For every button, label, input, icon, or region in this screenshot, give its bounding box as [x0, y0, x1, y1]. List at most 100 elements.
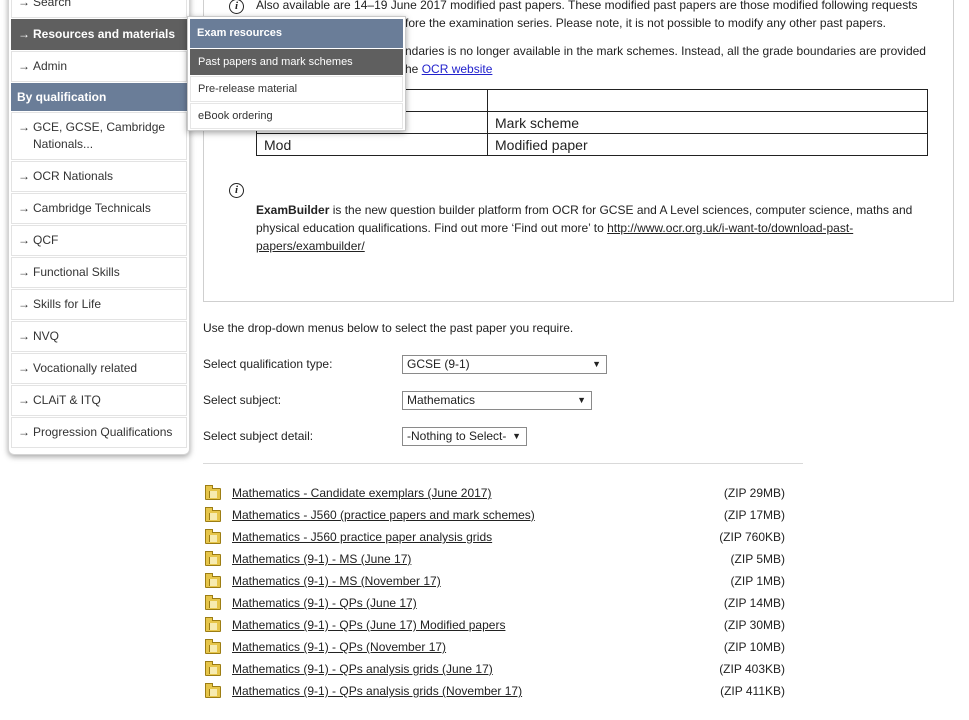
- sidebar-item-label: OCR Nationals: [33, 169, 114, 183]
- flyout-item-past-papers[interactable]: Past papers and mark schemes: [190, 49, 403, 75]
- flyout-item-ebook-ordering[interactable]: eBook ordering: [190, 103, 403, 129]
- form-intro: Use the drop-down menus below to select …: [203, 321, 574, 335]
- arrow-icon: →: [18, 393, 30, 407]
- table-cell: Modified paper: [487, 133, 928, 156]
- table-cell: Mod: [256, 133, 488, 156]
- arrow-icon: →: [18, 233, 30, 247]
- sidebar-item-gce-gcse[interactable]: → GCE, GCSE, Cambridge Nationals...: [11, 112, 187, 160]
- subject-detail-label: Select subject detail:: [203, 429, 314, 443]
- info-icon: i: [229, 0, 244, 14]
- arrow-icon: →: [18, 297, 30, 311]
- flyout-item-pre-release[interactable]: Pre-release material: [190, 76, 403, 102]
- sidebar-item-cambridge-technicals[interactable]: → Cambridge Technicals: [11, 193, 187, 224]
- arrow-icon: →: [18, 59, 30, 73]
- sidebar-item-skills-for-life[interactable]: → Skills for Life: [11, 289, 187, 320]
- qualification-select-value: GCSE (9-1): [407, 357, 470, 371]
- subject-select[interactable]: Mathematics ▼: [402, 391, 592, 410]
- folder-icon: [205, 617, 221, 632]
- arrow-icon: →: [18, 27, 30, 41]
- folder-icon: [205, 485, 221, 500]
- folder-icon: [205, 507, 221, 522]
- sidebar-item-search[interactable]: → Search: [11, 0, 187, 18]
- arrow-icon: →: [18, 169, 30, 183]
- divider: [203, 463, 803, 464]
- list-item: Mathematics (9-1) - QPs (June 17) Modifi…: [205, 617, 785, 636]
- file-link[interactable]: Mathematics (9-1) - MS (November 17): [232, 574, 441, 588]
- sidebar-item-label: CLAiT & ITQ: [33, 393, 101, 407]
- sidebar-item-label: NVQ: [33, 329, 60, 343]
- file-link[interactable]: Mathematics (9-1) - QPs (November 17): [232, 640, 446, 654]
- file-size: (ZIP 29MB): [723, 486, 785, 500]
- file-size: (ZIP 30MB): [723, 618, 785, 632]
- list-item: Mathematics - J560 (practice papers and …: [205, 507, 785, 526]
- sidebar-item-vocationally-related[interactable]: → Vocationally related: [11, 353, 187, 384]
- file-link[interactable]: Mathematics (9-1) - QPs analysis grids (…: [232, 662, 493, 676]
- exambuilder-line-1: ExamBuilder is the new question builder …: [256, 201, 912, 219]
- table-cell: [487, 89, 928, 112]
- qualification-select[interactable]: GCSE (9-1) ▼: [402, 355, 607, 374]
- file-link[interactable]: Mathematics - J560 practice paper analys…: [232, 530, 492, 544]
- sidebar-item-label: Cambridge Technicals: [33, 201, 151, 215]
- sidebar-item-label: Resources and materials: [33, 27, 176, 41]
- ocr-website-link[interactable]: OCR website: [422, 62, 493, 76]
- exambuilder-title: ExamBuilder: [256, 203, 330, 217]
- sidebar-item-label: Skills for Life: [33, 297, 102, 311]
- subject-detail-select-value: -Nothing to Select-: [407, 429, 507, 443]
- exambuilder-line-3: papers/exambuilder/: [256, 237, 365, 255]
- file-size: (ZIP 403KB): [719, 662, 785, 676]
- arrow-icon: →: [18, 201, 30, 215]
- list-item: Mathematics (9-1) - QPs analysis grids (…: [205, 683, 785, 702]
- dropdown-arrow-icon: ▼: [592, 359, 601, 369]
- list-item: Mathematics (9-1) - MS (November 17) (ZI…: [205, 573, 785, 592]
- file-link[interactable]: Mathematics (9-1) - QPs analysis grids (…: [232, 684, 522, 698]
- exambuilder-text-2: physical education qualifications. Find …: [256, 221, 608, 235]
- sidebar-item-nvq[interactable]: → NVQ: [11, 321, 187, 352]
- file-size: (ZIP 760KB): [719, 530, 785, 544]
- folder-icon: [205, 551, 221, 566]
- exambuilder-link-cont[interactable]: papers/exambuilder/: [256, 239, 365, 253]
- sidebar-item-qcf[interactable]: → QCF: [11, 225, 187, 256]
- info-line-4-prefix: he: [405, 62, 419, 76]
- folder-icon: [205, 661, 221, 676]
- exambuilder-link[interactable]: http://www.ocr.org.uk/i-want-to/download…: [607, 221, 853, 235]
- file-size: (ZIP 17MB): [723, 508, 785, 522]
- file-link[interactable]: Mathematics (9-1) - QPs (June 17) Modifi…: [232, 618, 505, 632]
- flyout-heading: Exam resources: [190, 19, 403, 48]
- file-link[interactable]: Mathematics - Candidate exemplars (June …: [232, 486, 491, 500]
- subject-select-value: Mathematics: [407, 393, 476, 407]
- sidebar-item-label: Functional Skills: [33, 265, 120, 279]
- arrow-icon: →: [18, 425, 30, 439]
- list-item: Mathematics (9-1) - QPs analysis grids (…: [205, 661, 785, 680]
- sidebar-item-functional-skills[interactable]: → Functional Skills: [11, 257, 187, 288]
- arrow-icon: →: [18, 329, 30, 343]
- sidebar-item-admin[interactable]: → Admin: [11, 51, 187, 82]
- file-link[interactable]: Mathematics (9-1) - QPs (June 17): [232, 596, 417, 610]
- subject-detail-select[interactable]: -Nothing to Select- ▼: [402, 427, 527, 446]
- exam-resources-flyout: Exam resources Past papers and mark sche…: [187, 16, 406, 131]
- info-line-4: he OCR website: [405, 60, 492, 78]
- sidebar-item-resources[interactable]: → Resources and materials: [11, 19, 187, 50]
- sidebar-item-clait-itq[interactable]: → CLAiT & ITQ: [11, 385, 187, 416]
- file-size: (ZIP 5MB): [730, 552, 785, 566]
- list-item: Mathematics - J560 practice paper analys…: [205, 529, 785, 548]
- sidebar-item-label: Search: [33, 0, 72, 9]
- subject-label: Select subject:: [203, 393, 282, 407]
- folder-icon: [205, 573, 221, 588]
- dropdown-arrow-icon: ▼: [577, 395, 586, 405]
- arrow-icon: →: [18, 0, 30, 9]
- by-qualification-heading: By qualification: [11, 83, 187, 111]
- exambuilder-text-1: is the new question builder platform fro…: [329, 203, 913, 217]
- info-icon: i: [229, 183, 244, 198]
- file-link[interactable]: Mathematics - J560 (practice papers and …: [232, 508, 535, 522]
- list-item: Mathematics (9-1) - QPs (November 17) (Z…: [205, 639, 785, 658]
- table-row: Mod Modified paper: [256, 133, 928, 156]
- sidebar-item-progression-qualifications[interactable]: → Progression Qualifications: [11, 417, 187, 448]
- sidebar-item-label: Vocationally related: [33, 361, 138, 375]
- file-link[interactable]: Mathematics (9-1) - MS (June 17): [232, 552, 411, 566]
- sidebar-item-label: GCE, GCSE, Cambridge Nationals...: [33, 120, 166, 151]
- file-size: (ZIP 10MB): [723, 640, 785, 654]
- dropdown-arrow-icon: ▼: [512, 431, 521, 441]
- sidebar-item-label: Admin: [33, 59, 68, 73]
- sidebar-item-ocr-nationals[interactable]: → OCR Nationals: [11, 161, 187, 192]
- file-size: (ZIP 14MB): [723, 596, 785, 610]
